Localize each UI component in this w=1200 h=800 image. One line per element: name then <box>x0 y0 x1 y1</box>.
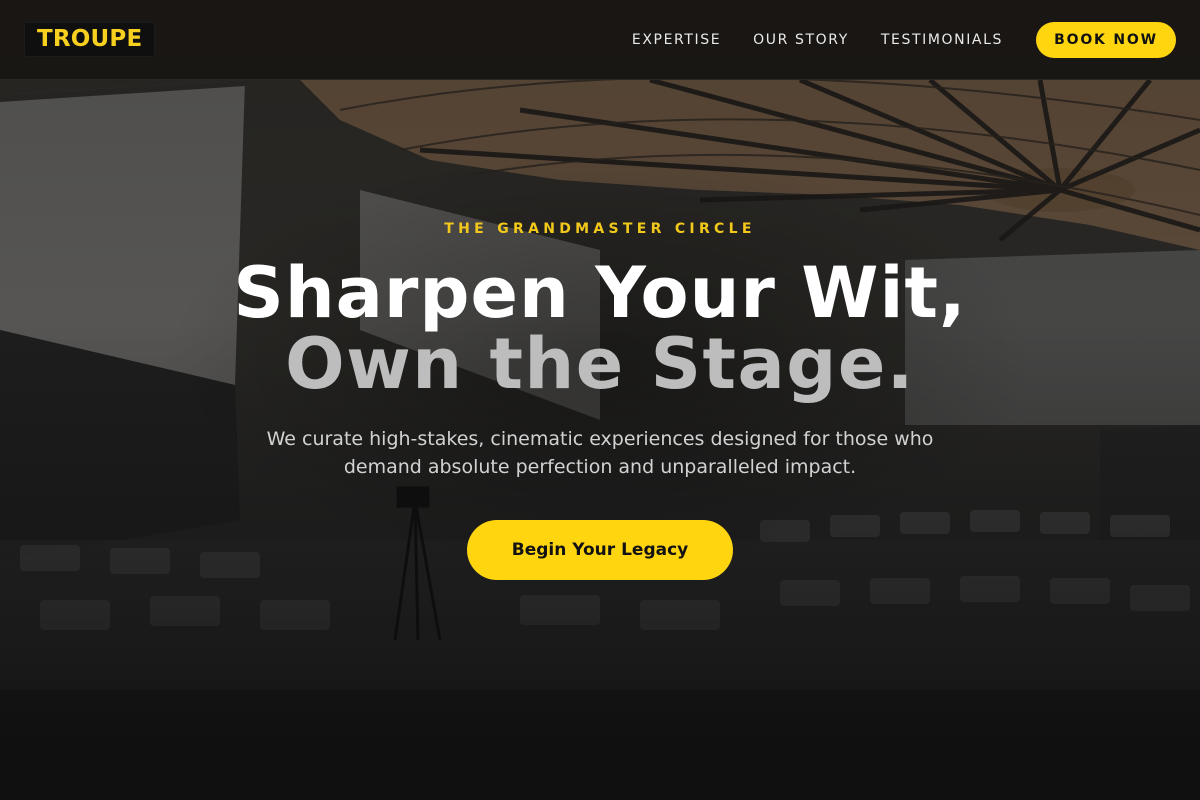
main-nav: EXPERTISE OUR STORY TESTIMONIALS BOOK NO… <box>632 21 1176 58</box>
hero-eyebrow: THE GRANDMASTER CIRCLE <box>444 221 756 237</box>
site-header: TROUPE EXPERTISE OUR STORY TESTIMONIALS … <box>0 0 1200 80</box>
nav-link-our-story[interactable]: OUR STORY <box>753 32 849 48</box>
hero-headline-line1: Sharpen Your Wit, <box>233 252 967 334</box>
brand-logo[interactable]: TROUPE <box>24 22 156 57</box>
begin-legacy-button[interactable]: Begin Your Legacy <box>467 520 733 580</box>
hero-subtitle: We curate high-stakes, cinematic experie… <box>266 428 934 478</box>
nav-link-expertise[interactable]: EXPERTISE <box>632 32 721 48</box>
hero-content: THE GRANDMASTER CIRCLE Sharpen Your Wit,… <box>0 0 1200 800</box>
book-now-button[interactable]: BOOK NOW <box>1036 21 1176 58</box>
nav-link-testimonials[interactable]: TESTIMONIALS <box>881 32 1003 48</box>
hero-headline-line2: Own the Stage. <box>285 323 915 405</box>
